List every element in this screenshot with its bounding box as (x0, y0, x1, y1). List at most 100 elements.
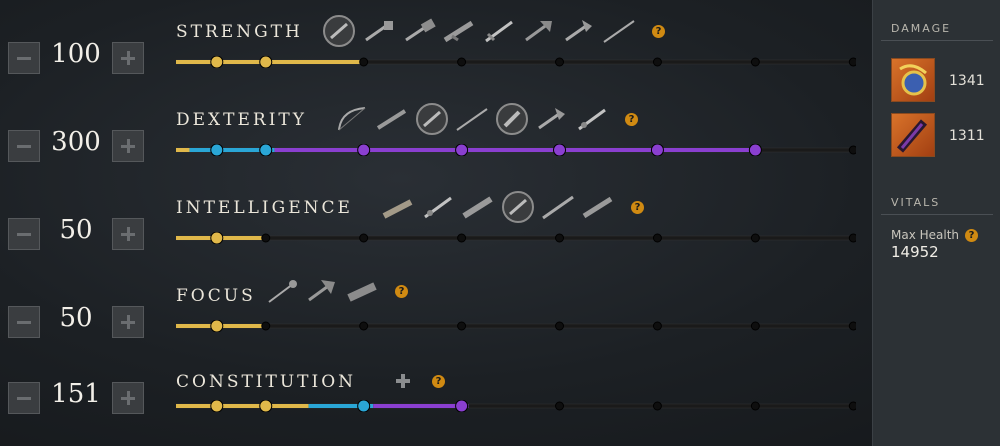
decrease-strength-button[interactable] (8, 42, 40, 74)
plus-icon (121, 139, 135, 153)
hatchet-icon (565, 20, 592, 42)
milestone-node (261, 233, 271, 243)
musket-icon (582, 196, 613, 219)
milestone-node (848, 145, 856, 155)
plus-icon (121, 315, 135, 329)
milestone-node (848, 233, 856, 243)
spear-icon (456, 108, 488, 131)
milestone-node (555, 321, 565, 331)
intelligence-label: INTELLIGENCE (176, 198, 353, 218)
strength-value: 100 (51, 39, 101, 69)
purple-segment (373, 404, 469, 408)
intelligence-weapons: ? (381, 190, 644, 224)
constitution-value: 151 (51, 379, 101, 409)
sword-icon (485, 20, 513, 43)
great-axe-icon (308, 280, 335, 302)
fire-staff-icon (382, 199, 413, 219)
increase-intelligence-button[interactable] (112, 218, 144, 250)
damage-value-2: 1311 (949, 128, 985, 144)
milestone-node (750, 57, 760, 67)
milestone-node (457, 321, 467, 331)
milestone-node (748, 144, 762, 156)
focus-value: 50 (59, 303, 93, 333)
divider (881, 40, 993, 41)
milestone-node (652, 321, 662, 331)
milestone-node (848, 57, 856, 67)
stat-row-intelligence: 50 INTELLIGENCE ? (0, 191, 872, 278)
war-hammer-icon (365, 21, 393, 42)
milestone-node (210, 400, 224, 412)
damage-value-1: 1341 (949, 73, 985, 89)
milestone-node (553, 144, 567, 156)
dexterity-progress-bar (176, 144, 856, 156)
milestone-node (455, 144, 469, 156)
strength-help-icon[interactable]: ? (652, 24, 665, 38)
rapier-icon (424, 196, 452, 219)
attributes-panel: 100 STRENGTH ? 300 DEXTERITY ? 50 INTELL… (0, 0, 872, 446)
strength-weapons: ? (322, 14, 665, 48)
dexterity-value: 300 (51, 127, 101, 157)
focus-progress-bar (176, 320, 856, 332)
constitution-help-icon[interactable]: ? (432, 374, 445, 388)
void-blade-icon[interactable] (891, 113, 935, 157)
decrease-intelligence-button[interactable] (8, 218, 40, 250)
decrease-focus-button[interactable] (8, 306, 40, 338)
strength-label: STRENGTH (176, 22, 303, 42)
milestone-node (259, 56, 273, 68)
milestone-node (652, 401, 662, 411)
vitals-heading: VITALS (891, 196, 941, 209)
yellow-segment (176, 148, 190, 152)
milestone-node (555, 233, 565, 243)
spear-icon (542, 195, 574, 220)
focus-help-icon[interactable]: ? (395, 284, 408, 298)
max-health-value: 14952 (891, 243, 939, 261)
plus-icon (121, 391, 135, 405)
milestone-node (455, 400, 469, 412)
constitution-extras: ? (370, 374, 445, 388)
milestone-node (210, 232, 224, 244)
stats-sidebar: DAMAGE 1341 1311 VITALS Max Health ? 149… (872, 0, 1000, 446)
milestone-node (359, 233, 369, 243)
milestone-node (210, 56, 224, 68)
shield-icon (496, 103, 528, 135)
milestone-node (261, 321, 271, 331)
life-staff-icon (268, 280, 297, 303)
fire-gauntlet-icon[interactable] (891, 58, 935, 102)
divider (881, 214, 993, 215)
decrease-dexterity-button[interactable] (8, 130, 40, 162)
minus-icon (17, 56, 31, 60)
intelligence-progress-bar (176, 232, 856, 244)
shield-icon (323, 15, 355, 47)
intelligence-value: 50 (59, 215, 93, 245)
dexterity-weapons: ? (335, 102, 638, 136)
max-health-help-icon[interactable]: ? (965, 228, 979, 242)
minus-icon (17, 320, 31, 324)
milestone-node (357, 400, 371, 412)
stat-row-constitution: 151 CONSTITUTION ? (0, 372, 872, 442)
plus-icon (121, 227, 135, 241)
stat-row-strength: 100 STRENGTH ? (0, 15, 872, 102)
increase-constitution-button[interactable] (112, 382, 144, 414)
purple-segment (274, 148, 758, 152)
stat-row-focus: 50 FOCUS ? (0, 280, 872, 366)
round-shield-icon (502, 191, 534, 223)
damage-heading: DAMAGE (891, 22, 952, 35)
milestone-node (750, 401, 760, 411)
milestone-node (359, 57, 369, 67)
increase-strength-button[interactable] (112, 42, 144, 74)
increase-dexterity-button[interactable] (112, 130, 144, 162)
milestone-node (259, 400, 273, 412)
dexterity-help-icon[interactable]: ? (625, 112, 638, 126)
increase-focus-button[interactable] (112, 306, 144, 338)
milestone-node (457, 57, 467, 67)
constitution-progress-bar (176, 400, 856, 412)
decrease-constitution-button[interactable] (8, 382, 40, 414)
milestone-node (259, 144, 273, 156)
musket-icon (376, 109, 407, 130)
intelligence-help-icon[interactable]: ? (631, 200, 644, 214)
plus-icon (121, 51, 135, 65)
milestone-node (650, 144, 664, 156)
bow-icon (338, 107, 366, 131)
rapier-icon (578, 108, 606, 131)
milestone-node (750, 321, 760, 331)
